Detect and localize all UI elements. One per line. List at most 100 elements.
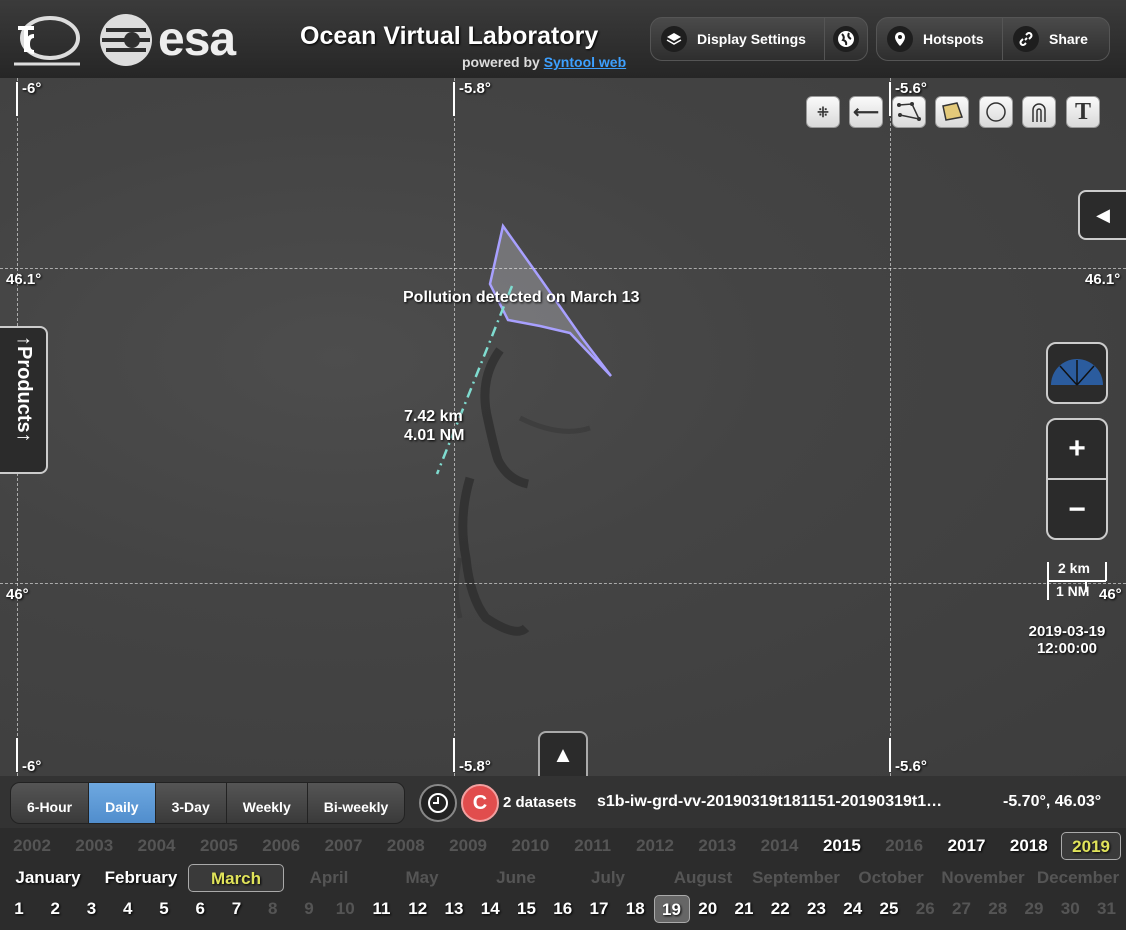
day-12[interactable]: 12	[400, 895, 436, 923]
day-23[interactable]: 23	[799, 895, 835, 923]
day-4[interactable]: 4	[110, 895, 146, 923]
lon-tick	[889, 82, 891, 116]
current-time: 12:00:00	[1036, 640, 1098, 657]
month-august[interactable]: August	[665, 864, 741, 892]
map-canvas[interactable]: -6° -5.8° -5.6° -6° -5.8° -5.6° 46.1° 46…	[0, 78, 1126, 777]
period-3-day[interactable]: 3-Day	[156, 783, 227, 823]
expand-panel-button[interactable]: ▲	[538, 731, 588, 777]
month-october[interactable]: October	[851, 864, 931, 892]
share-button[interactable]: Share	[1003, 18, 1100, 60]
day-8[interactable]: 8	[255, 895, 291, 923]
day-14[interactable]: 14	[472, 895, 508, 923]
day-27[interactable]: 27	[944, 895, 980, 923]
day-5[interactable]: 5	[146, 895, 182, 923]
day-6[interactable]: 6	[182, 895, 218, 923]
day-7[interactable]: 7	[219, 895, 255, 923]
polyline-tool-button[interactable]	[892, 96, 926, 128]
year-2018[interactable]: 2018	[999, 832, 1059, 860]
day-26[interactable]: 26	[907, 895, 943, 923]
month-november[interactable]: November	[936, 864, 1030, 892]
year-2012[interactable]: 2012	[625, 832, 685, 860]
month-july[interactable]: July	[565, 864, 651, 892]
day-30[interactable]: 30	[1052, 895, 1088, 923]
year-2008[interactable]: 2008	[376, 832, 436, 860]
year-2007[interactable]: 2007	[314, 832, 374, 860]
day-29[interactable]: 29	[1016, 895, 1052, 923]
globe-icon	[833, 26, 859, 52]
day-11[interactable]: 11	[364, 895, 400, 923]
esa-globe-icon	[100, 14, 152, 66]
magnet-tool-button[interactable]	[1022, 96, 1056, 128]
year-2013[interactable]: 2013	[687, 832, 747, 860]
period-6-hour[interactable]: 6-Hour	[11, 783, 90, 823]
text-tool-button[interactable]: T	[1066, 96, 1100, 128]
year-2015[interactable]: 2015	[812, 832, 872, 860]
collapse-right-button[interactable]: ◀	[1078, 190, 1126, 240]
month-february[interactable]: February	[96, 864, 186, 892]
month-january[interactable]: January	[5, 864, 91, 892]
hotspots-button[interactable]: Hotspots	[877, 18, 1003, 60]
day-22[interactable]: 22	[762, 895, 798, 923]
year-2014[interactable]: 2014	[750, 832, 810, 860]
compass-button[interactable]	[1046, 342, 1108, 404]
month-april[interactable]: April	[285, 864, 373, 892]
day-25[interactable]: 25	[871, 895, 907, 923]
scale-km: 2 km	[1058, 560, 1090, 576]
period-weekly[interactable]: Weekly	[227, 783, 308, 823]
month-september[interactable]: September	[748, 864, 844, 892]
month-march[interactable]: March	[188, 864, 284, 892]
copyright-button[interactable]: C	[461, 784, 499, 822]
circle-tool-button[interactable]	[979, 96, 1013, 128]
day-28[interactable]: 28	[980, 895, 1016, 923]
day-13[interactable]: 13	[436, 895, 472, 923]
year-2005[interactable]: 2005	[189, 832, 249, 860]
month-june[interactable]: June	[470, 864, 562, 892]
year-2010[interactable]: 2010	[500, 832, 560, 860]
magnet-tool-icon	[1032, 103, 1046, 122]
day-10[interactable]: 10	[327, 895, 363, 923]
measure-line[interactable]	[435, 285, 514, 475]
lon-tick	[16, 738, 18, 772]
day-16[interactable]: 16	[545, 895, 581, 923]
day-18[interactable]: 18	[617, 895, 653, 923]
polygon-tool-button[interactable]	[935, 96, 969, 128]
zoom-in-button[interactable]: +	[1048, 420, 1106, 480]
day-2[interactable]: 2	[37, 895, 73, 923]
year-2019[interactable]: 2019	[1061, 832, 1122, 860]
month-may[interactable]: May	[379, 864, 465, 892]
period-daily[interactable]: Daily	[89, 783, 156, 823]
year-2016[interactable]: 2016	[874, 832, 934, 860]
day-20[interactable]: 20	[690, 895, 726, 923]
day-17[interactable]: 17	[581, 895, 617, 923]
line-tool-button[interactable]: ⟵	[849, 96, 883, 128]
clock-button[interactable]	[419, 784, 457, 822]
dataset-name[interactable]: s1b-iw-grd-vv-20190319t181151-20190319t1…	[597, 793, 989, 811]
year-2003[interactable]: 2003	[64, 832, 124, 860]
year-2006[interactable]: 2006	[251, 832, 311, 860]
year-2017[interactable]: 2017	[937, 832, 997, 860]
zoom-out-button[interactable]: −	[1048, 480, 1106, 540]
display-settings-button[interactable]: Display Settings	[651, 18, 825, 60]
lat-label: 46.1°	[1085, 271, 1121, 288]
products-tab[interactable]: ↑Products↑	[0, 326, 48, 474]
syntool-link[interactable]: Syntool web	[544, 54, 626, 70]
hotspots-share-group: Hotspots Share	[876, 17, 1110, 61]
datasets-count[interactable]: 2 datasets	[503, 794, 576, 811]
point-tool-button[interactable]: ⁜	[806, 96, 840, 128]
globe-button[interactable]	[825, 18, 867, 60]
day-9[interactable]: 9	[291, 895, 327, 923]
day-19[interactable]: 19	[653, 895, 690, 923]
day-15[interactable]: 15	[509, 895, 545, 923]
sar-image-layer	[435, 222, 612, 636]
year-2004[interactable]: 2004	[127, 832, 187, 860]
year-2002[interactable]: 2002	[2, 832, 62, 860]
day-1[interactable]: 1	[1, 895, 37, 923]
year-2009[interactable]: 2009	[438, 832, 498, 860]
day-3[interactable]: 3	[74, 895, 110, 923]
period-bi-weekly[interactable]: Bi-weekly	[308, 783, 405, 823]
day-24[interactable]: 24	[835, 895, 871, 923]
day-21[interactable]: 21	[726, 895, 762, 923]
year-2011[interactable]: 2011	[563, 832, 623, 860]
month-december[interactable]: December	[1032, 864, 1124, 892]
day-31[interactable]: 31	[1089, 895, 1125, 923]
